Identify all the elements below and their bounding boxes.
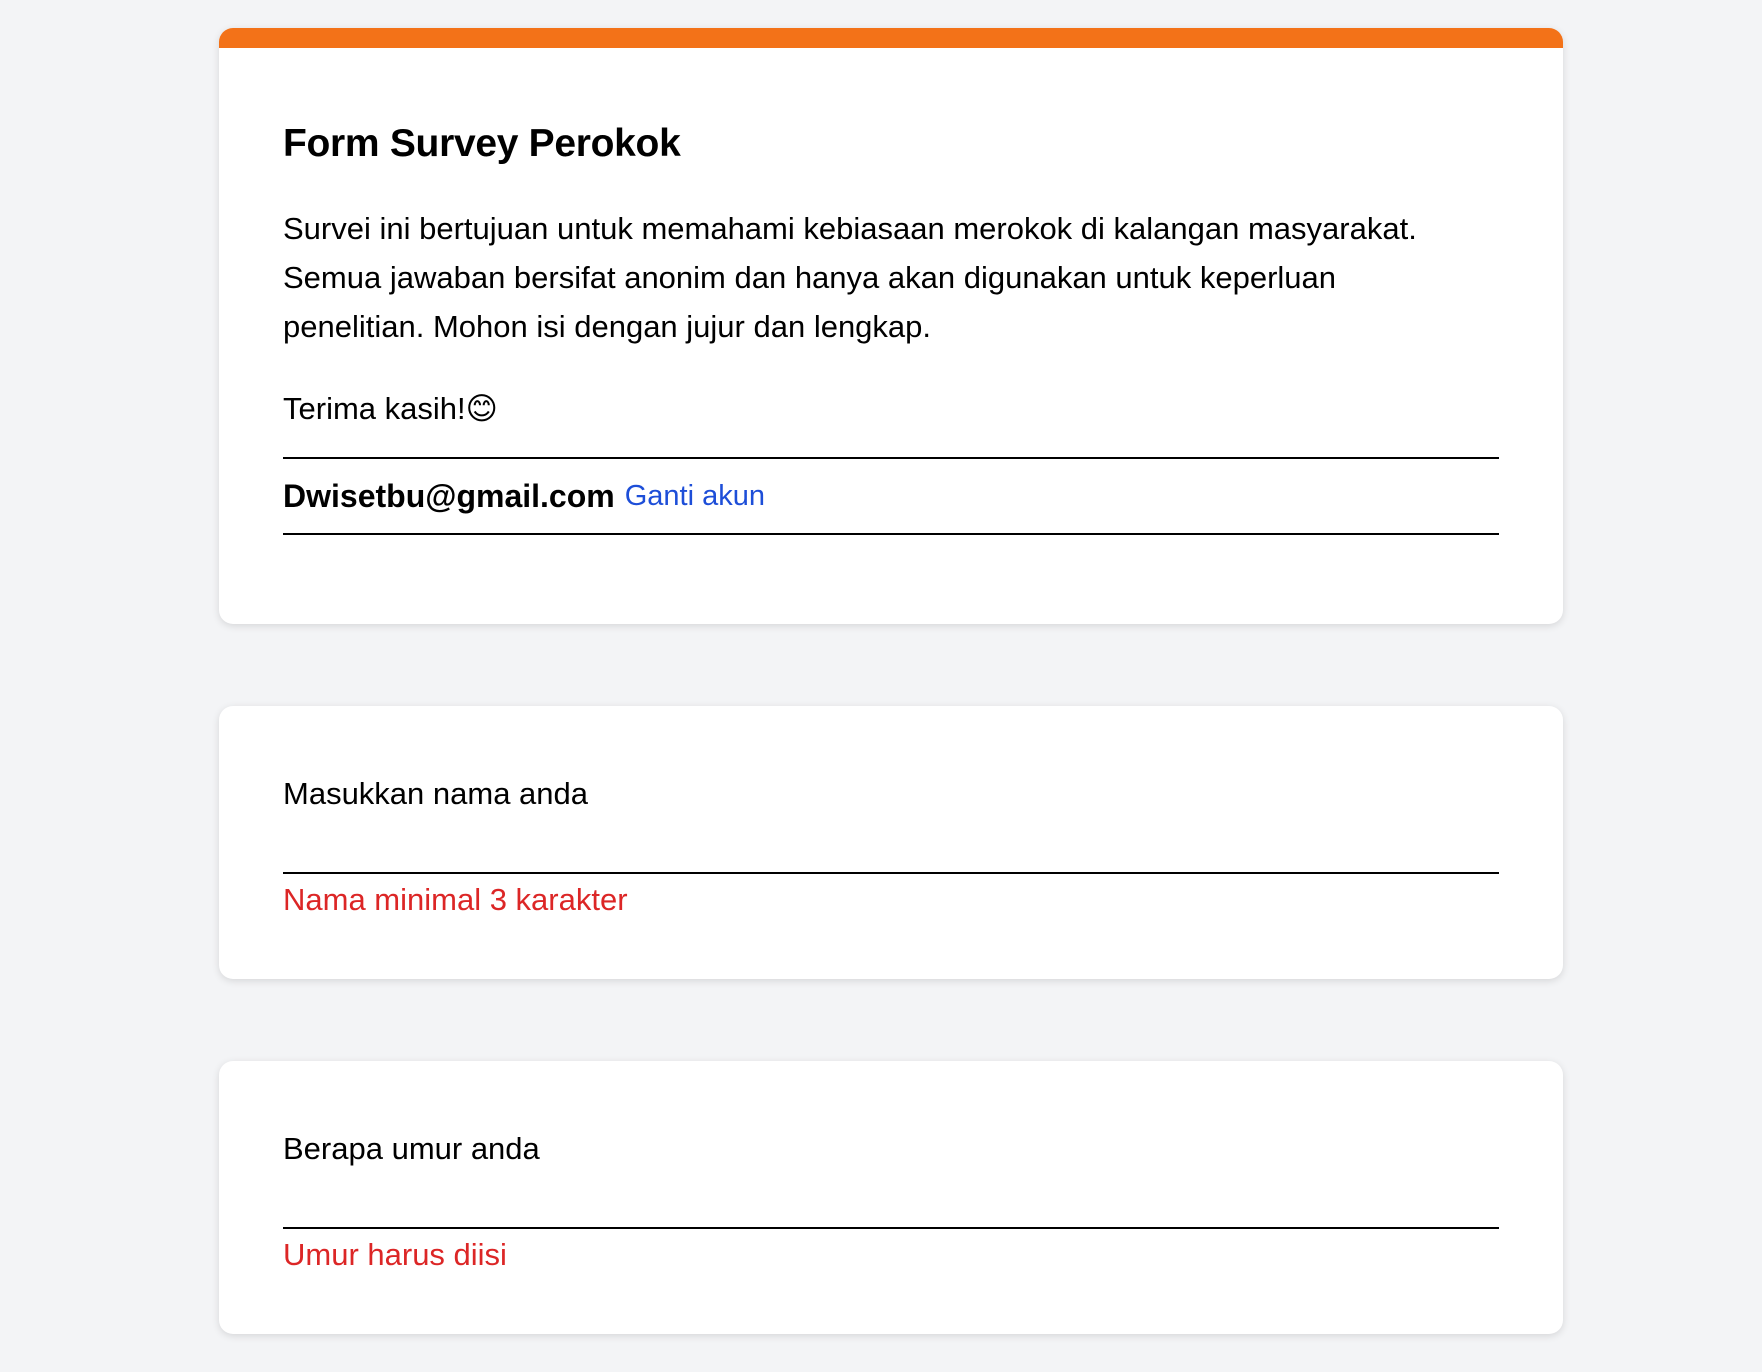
- form-header-card: Form Survey Perokok Survei ini bertujuan…: [219, 28, 1563, 624]
- question-card-age: Berapa umur anda Umur harus diisi: [219, 1061, 1563, 1334]
- question-label: Masukkan nama anda: [283, 776, 589, 811]
- validation-error: Umur harus diisi: [283, 1237, 507, 1272]
- account-email: Dwisetbu@gmail.com: [283, 477, 615, 514]
- accent-bar: [219, 28, 1563, 48]
- question-card-name: Masukkan nama anda Nama minimal 3 karakt…: [219, 706, 1563, 979]
- question-label: Berapa umur anda: [283, 1131, 540, 1166]
- age-input[interactable]: [283, 1191, 1499, 1229]
- name-input[interactable]: [283, 836, 1499, 874]
- form-title: Form Survey Perokok: [283, 122, 681, 165]
- form-description: Survei ini bertujuan untuk memahami kebi…: [283, 211, 1417, 344]
- validation-error: Nama minimal 3 karakter: [283, 882, 628, 917]
- account-row: Dwisetbu@gmail.com Ganti akun: [283, 457, 1499, 535]
- survey-form-page: Form Survey Perokok Survei ini bertujuan…: [219, 28, 1563, 1334]
- switch-account-link[interactable]: Ganti akun: [625, 480, 765, 513]
- form-thanks: Terima kasih!😊: [283, 391, 498, 426]
